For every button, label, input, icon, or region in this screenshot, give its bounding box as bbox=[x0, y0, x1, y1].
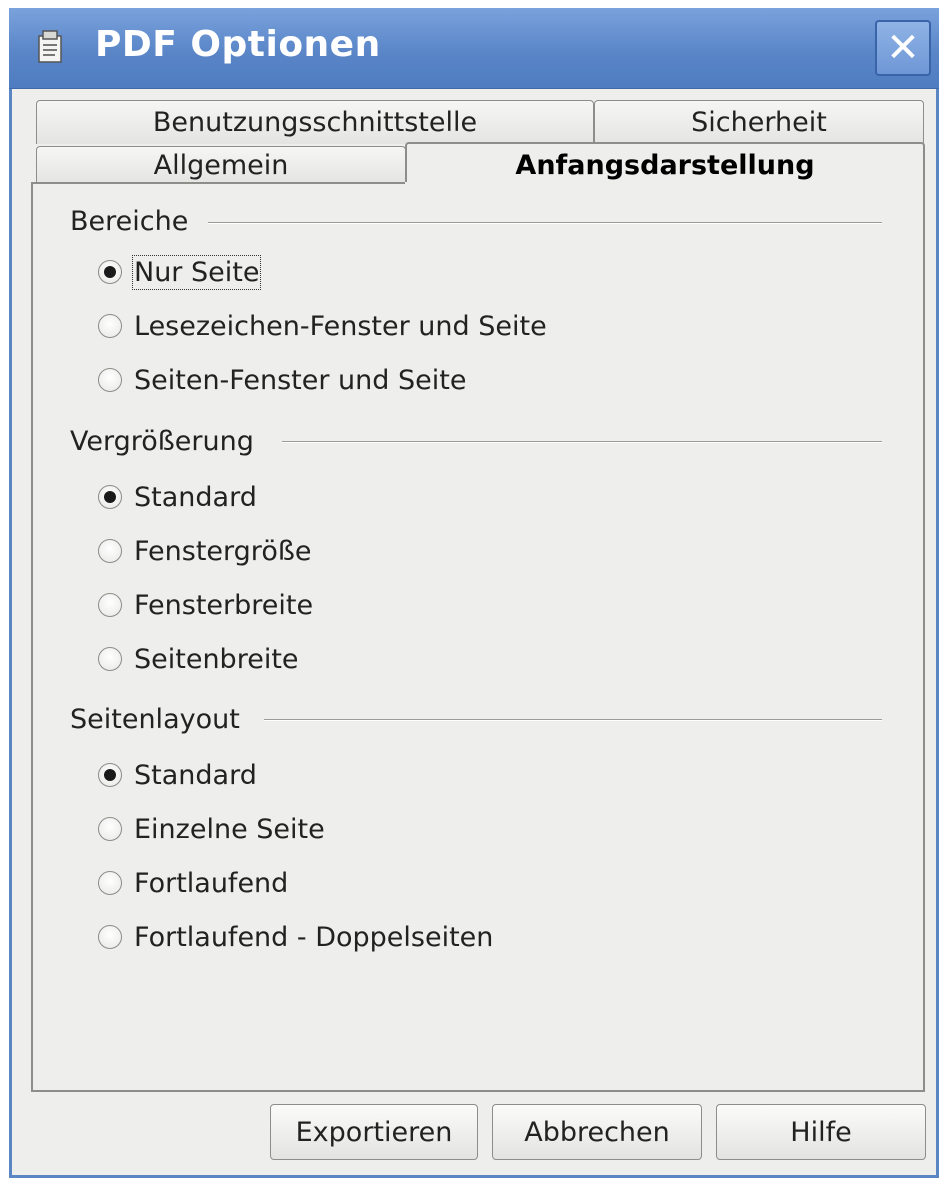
close-button[interactable]: ✕ bbox=[875, 20, 931, 76]
radio-button[interactable] bbox=[98, 539, 122, 563]
radio-layout-standard[interactable]: Standard bbox=[98, 757, 257, 793]
radio-einzelne-seite[interactable]: Einzelne Seite bbox=[98, 811, 325, 847]
radio-label: Fensterbreite bbox=[134, 589, 314, 621]
close-icon: ✕ bbox=[886, 25, 920, 71]
tab-sicherheit[interactable]: Sicherheit bbox=[594, 100, 924, 144]
group-divider bbox=[208, 222, 882, 224]
document-icon bbox=[38, 30, 62, 63]
export-button[interactable]: Exportieren bbox=[270, 1104, 478, 1160]
radio-label: Seiten-Fenster und Seite bbox=[134, 364, 467, 396]
button-label: Exportieren bbox=[295, 1116, 453, 1148]
group-label-vergroesserung: Vergrößerung bbox=[70, 426, 254, 457]
radio-label: Lesezeichen-Fenster und Seite bbox=[134, 310, 547, 342]
radio-fortlaufend-doppelseiten[interactable]: Fortlaufend - Doppelseiten bbox=[98, 919, 493, 955]
radio-label: Einzelne Seite bbox=[134, 813, 325, 845]
tab-allgemein[interactable]: Allgemein bbox=[36, 146, 406, 184]
window-title: PDF Optionen bbox=[95, 24, 381, 65]
button-label: Hilfe bbox=[790, 1116, 852, 1148]
radio-button[interactable] bbox=[98, 817, 122, 841]
radio-seitenbreite[interactable]: Seitenbreite bbox=[98, 641, 299, 677]
help-button[interactable]: Hilfe bbox=[716, 1104, 926, 1160]
group-label-bereiche: Bereiche bbox=[70, 206, 189, 237]
button-label: Abbrechen bbox=[524, 1116, 670, 1148]
radio-button[interactable] bbox=[98, 314, 122, 338]
radio-label: Nur Seite bbox=[131, 254, 262, 290]
tab-label: Sicherheit bbox=[691, 107, 827, 138]
radio-fensterbreite[interactable]: Fensterbreite bbox=[98, 587, 313, 623]
tab-label: Benutzungsschnittstelle bbox=[152, 107, 478, 138]
tab-label: Allgemein bbox=[153, 150, 289, 181]
radio-button[interactable] bbox=[98, 647, 122, 671]
radio-label: Standard bbox=[134, 759, 257, 791]
radio-label: Fortlaufend bbox=[134, 867, 289, 899]
radio-button[interactable] bbox=[98, 368, 122, 392]
radio-label: Standard bbox=[134, 481, 257, 513]
group-divider bbox=[282, 441, 882, 443]
radio-button[interactable] bbox=[98, 593, 122, 617]
radio-fenstergroesse[interactable]: Fenstergröße bbox=[98, 533, 311, 569]
radio-button[interactable] bbox=[98, 260, 122, 284]
group-divider bbox=[264, 719, 882, 721]
title-bar[interactable]: PDF Optionen ✕ bbox=[9, 8, 939, 89]
radio-lesezeichen-fenster[interactable]: Lesezeichen-Fenster und Seite bbox=[98, 308, 547, 344]
tab-benutzungsschnittstelle[interactable]: Benutzungsschnittstelle bbox=[36, 100, 594, 144]
tab-anfangsdarstellung[interactable]: Anfangsdarstellung bbox=[405, 142, 925, 186]
radio-zoom-standard[interactable]: Standard bbox=[98, 479, 257, 515]
radio-button[interactable] bbox=[98, 485, 122, 509]
radio-nur-seite[interactable]: Nur Seite bbox=[98, 254, 262, 290]
radio-button[interactable] bbox=[98, 763, 122, 787]
pdf-options-dialog: PDF Optionen ✕ Benutzungsschnittstelle S… bbox=[9, 8, 939, 1178]
radio-fortlaufend[interactable]: Fortlaufend bbox=[98, 865, 288, 901]
tab-label: Anfangsdarstellung bbox=[515, 149, 815, 181]
group-label-seitenlayout: Seitenlayout bbox=[70, 704, 240, 735]
radio-label: Fenstergröße bbox=[134, 535, 312, 567]
panel-border bbox=[31, 182, 405, 184]
radio-button[interactable] bbox=[98, 925, 122, 949]
cancel-button[interactable]: Abbrechen bbox=[492, 1104, 702, 1160]
radio-seiten-fenster[interactable]: Seiten-Fenster und Seite bbox=[98, 362, 466, 398]
radio-label: Fortlaufend - Doppelseiten bbox=[134, 921, 494, 953]
radio-button[interactable] bbox=[98, 871, 122, 895]
radio-label: Seitenbreite bbox=[134, 643, 299, 675]
